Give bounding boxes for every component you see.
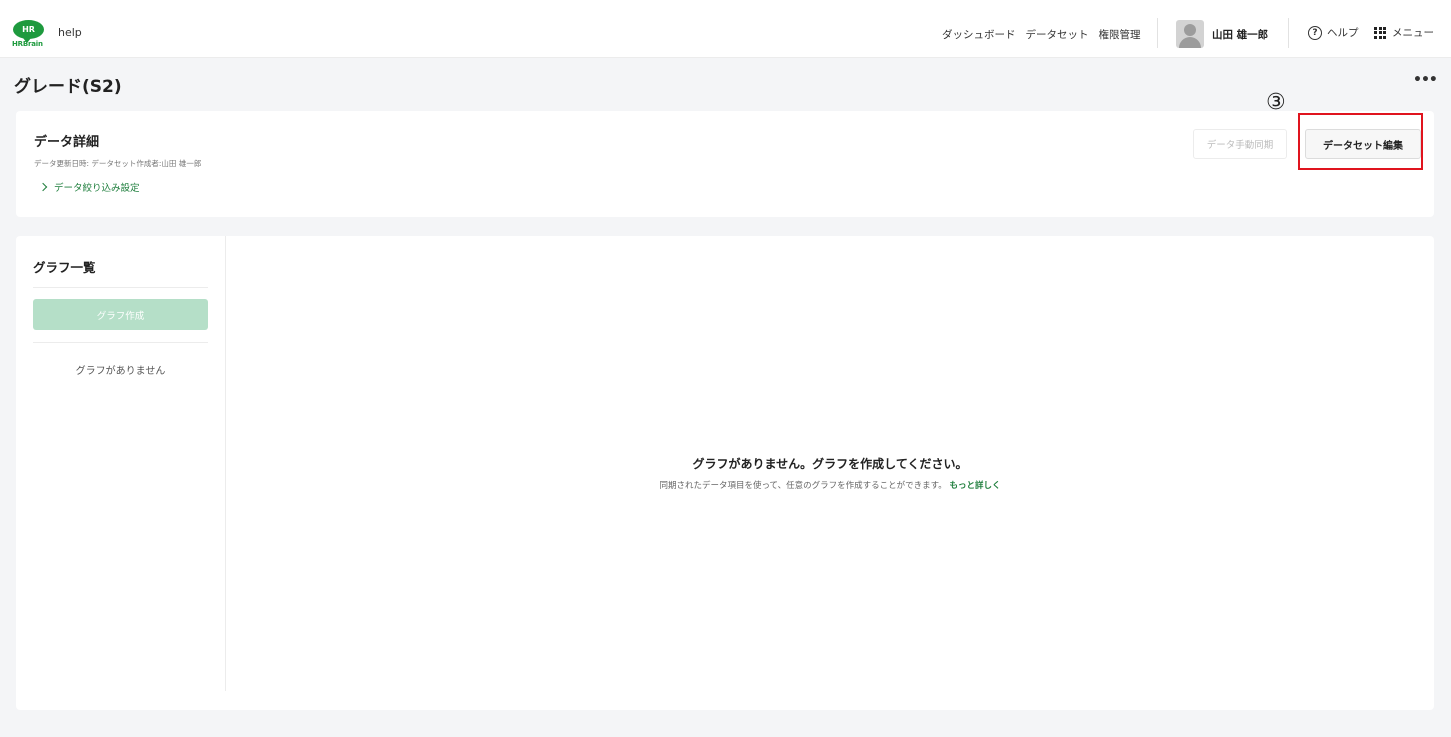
avatar-head-icon [1184, 24, 1196, 36]
data-filter-label: データ絞り込み設定 [54, 183, 140, 194]
manual-sync-button[interactable]: データ手動同期 [1193, 129, 1287, 159]
logo-bubble-icon: HR [13, 20, 44, 43]
logo-text: HRBrain [12, 40, 43, 48]
chevron-right-icon [38, 182, 48, 192]
question-circle-icon: ? [1308, 25, 1322, 40]
nav-dashboard[interactable]: ダッシュボード [942, 27, 1016, 42]
graph-sidebar: グラフ一覧 グラフ作成 グラフがありません [16, 236, 226, 691]
data-filter-toggle[interactable]: データ絞り込み設定 [38, 180, 140, 194]
avatar-body-icon [1179, 37, 1201, 48]
hrbrain-logo[interactable]: HR HRBrain [12, 18, 48, 50]
nav-dataset[interactable]: データセット [1026, 27, 1089, 42]
divider [33, 287, 208, 288]
data-detail-meta: データ更新日時: データセット作成者:山田 雄一郎 [34, 159, 202, 168]
no-graph-sidebar-text: グラフがありません [75, 366, 166, 377]
graph-list-title: グラフ一覧 [33, 260, 96, 275]
annotation-number: ③ [1266, 90, 1286, 115]
nav-permissions[interactable]: 権限管理 [1099, 27, 1141, 42]
help-label: ヘルプ [1327, 27, 1359, 39]
data-detail-title: データ詳細 [34, 135, 100, 150]
empty-state-description: 同期されたデータ項目を使って、任意のグラフを作成することができます。 もっと詳し… [226, 479, 1434, 491]
learn-more-link[interactable]: もっと詳しく [950, 481, 1001, 491]
header-divider [1288, 18, 1289, 48]
user-name[interactable]: 山田 雄一郎 [1212, 27, 1268, 42]
help-link[interactable]: ? ヘルプ [1308, 25, 1359, 40]
avatar[interactable] [1176, 20, 1204, 48]
more-options-icon[interactable]: ••• [1413, 72, 1438, 88]
graph-list-card: グラフ一覧 グラフ作成 グラフがありません グラフがありません。グラフを作成して… [16, 236, 1434, 710]
menu-label: メニュー [1392, 27, 1434, 39]
annotation-highlight-box [1298, 113, 1423, 170]
empty-state-title: グラフがありません。グラフを作成してください。 [692, 457, 968, 471]
app-name: help [58, 26, 82, 39]
create-graph-button[interactable]: グラフ作成 [33, 299, 208, 330]
top-nav: ダッシュボード データセット 権限管理 [942, 27, 1141, 42]
divider [33, 342, 208, 343]
data-detail-card: データ詳細 データ更新日時: データセット作成者:山田 雄一郎 データ絞り込み設… [16, 111, 1434, 217]
empty-state-text: 同期されたデータ項目を使って、任意のグラフを作成することができます。 [659, 481, 947, 491]
menu-button[interactable]: メニュー [1374, 25, 1434, 40]
grid-icon [1374, 26, 1386, 39]
header-divider [1157, 18, 1158, 48]
top-header: HR HRBrain help ダッシュボード データセット 権限管理 山田 雄… [0, 0, 1451, 58]
page-title: グレード(S2) [14, 77, 122, 97]
